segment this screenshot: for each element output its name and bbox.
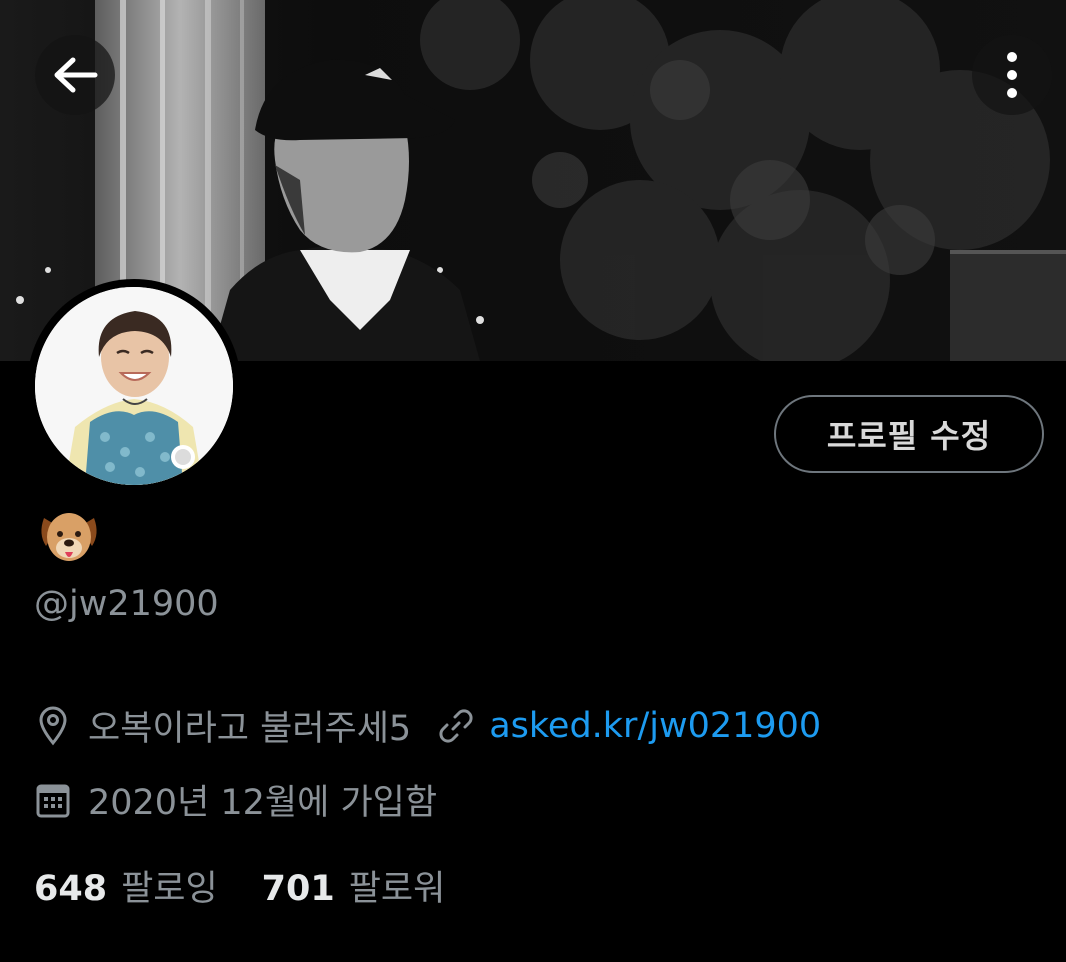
edit-profile-button[interactable]: 프로필 수정 [774, 395, 1044, 473]
link-icon [437, 704, 475, 748]
profile-meta-row: 오복이라고 불러주세5 asked.kr/jw021900 [34, 700, 821, 751]
calendar-icon [34, 778, 72, 822]
following-link[interactable]: 648 팔로잉 [34, 860, 218, 911]
following-count: 648 [34, 869, 108, 909]
profile-website-link[interactable]: asked.kr/jw021900 [489, 706, 821, 746]
location-pin-icon [34, 704, 72, 748]
more-options-button[interactable] [972, 35, 1052, 115]
display-name-emoji: 🐶 [36, 504, 102, 570]
more-vertical-icon [1007, 52, 1017, 98]
user-handle: @jw21900 [34, 584, 219, 624]
follow-stats: 648 팔로잉 701 팔로워 [34, 860, 489, 911]
following-label: 팔로잉 [121, 869, 218, 909]
back-button[interactable] [35, 35, 115, 115]
dog-face-icon [41, 513, 97, 561]
followers-count: 701 [261, 869, 335, 909]
joined-row: 2020년 12월에 가입함 [34, 774, 437, 825]
arrow-left-icon [54, 57, 98, 93]
avatar [35, 287, 233, 485]
location-text: 오복이라고 불러주세5 [88, 709, 412, 749]
avatar-image [35, 287, 233, 485]
followers-label: 팔로워 [348, 869, 446, 909]
followers-link[interactable]: 701 팔로워 [262, 860, 446, 911]
joined-date-text: 2020년 12월에 가입함 [88, 783, 438, 823]
profile-avatar[interactable] [27, 279, 241, 493]
